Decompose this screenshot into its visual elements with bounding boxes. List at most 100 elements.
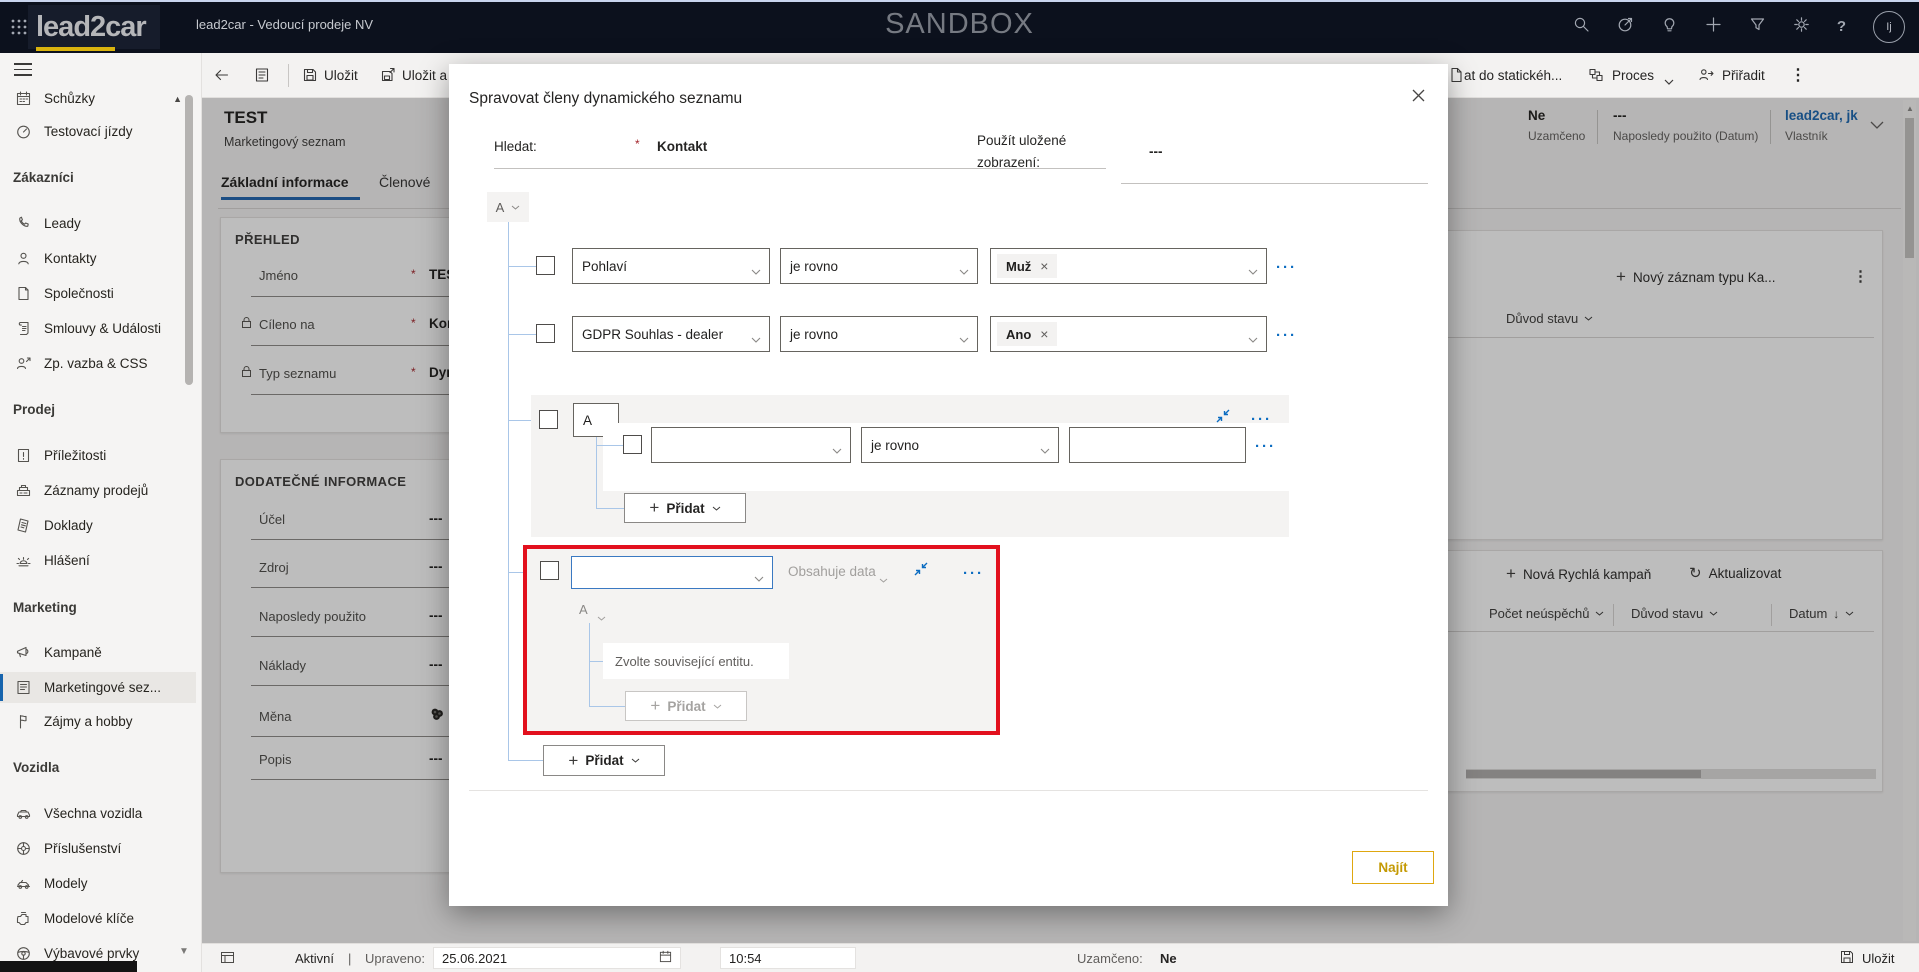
sidebar-item-schuzky[interactable]: Schůzky ▲ (0, 83, 196, 114)
company-icon (15, 285, 32, 302)
sidebar-item-leady[interactable]: Leady (0, 208, 196, 239)
related-entity-select[interactable] (571, 556, 773, 589)
chevron-down-icon (832, 442, 842, 457)
sidebar-item-prilezitosti[interactable]: Příležitosti (0, 440, 196, 471)
sidebar-item-modelove-klice[interactable]: Modelové klíče (0, 903, 196, 934)
process-icon (1588, 67, 1604, 88)
chevron-down-icon (713, 704, 722, 709)
form-selector-icon[interactable] (220, 950, 235, 970)
sidebar-item-smlouvy-udalosti[interactable]: Smlouvy & Události (0, 313, 196, 344)
row-more-options-icon[interactable]: ··· (1276, 263, 1297, 273)
gear-icon[interactable] (1793, 16, 1810, 38)
sidebar-scrollbar[interactable] (185, 95, 193, 385)
lightbulb-icon[interactable] (1661, 16, 1678, 38)
calendar-icon[interactable] (659, 950, 672, 966)
brand-logo[interactable]: lead2car (28, 5, 160, 49)
modified-time-field[interactable]: 10:54 (720, 947, 856, 969)
assign-button[interactable]: Přiřadit (1722, 68, 1765, 83)
opportunity-icon (15, 447, 32, 464)
sidebar-item-prislusenstvi[interactable]: Příslušenství (0, 833, 196, 864)
row-more-options-icon[interactable]: ··· (1276, 331, 1297, 341)
row-checkbox[interactable] (536, 324, 555, 343)
sidebar-item-spolecnosti[interactable]: Společnosti (0, 278, 196, 309)
sidebar-item-marketingove-seznamy[interactable]: Marketingové sez... (0, 672, 196, 703)
process-chevron-icon[interactable] (1664, 72, 1674, 90)
field-select-empty[interactable] (651, 427, 851, 463)
process-button[interactable]: Proces (1612, 68, 1654, 83)
chevron-down-icon (959, 331, 969, 346)
value-combobox[interactable]: Ano × (990, 316, 1267, 352)
remove-chip-icon[interactable]: × (1040, 326, 1048, 342)
operator-select[interactable]: je rovno (861, 427, 1059, 463)
operator-select[interactable]: je rovno (780, 248, 978, 284)
group-add-button[interactable]: + Přidat (624, 493, 746, 523)
collapse-group-icon[interactable] (913, 561, 929, 582)
modified-date-field[interactable]: 25.06.2021 (433, 947, 681, 969)
field-select[interactable]: Pohlaví (572, 248, 770, 284)
search-icon[interactable] (1573, 16, 1590, 38)
back-icon[interactable] (214, 67, 230, 88)
row-more-options-icon[interactable]: ··· (1255, 442, 1276, 452)
group-checkbox[interactable] (539, 410, 558, 429)
app-title[interactable]: lead2car - Vedoucí prodeje NV (196, 17, 373, 32)
related-entity-group-highlighted: Obsahuje data ··· A Zvolte související e… (523, 545, 1000, 735)
waffle-menu-icon[interactable] (10, 18, 28, 41)
filter-icon[interactable] (1749, 16, 1766, 38)
row-checkbox[interactable] (536, 256, 555, 275)
operator-select[interactable]: je rovno (780, 316, 978, 352)
find-button[interactable]: Najít (1352, 851, 1434, 884)
value-input-empty[interactable] (1069, 427, 1246, 463)
sidebar-header-vozidla: Vozidla (13, 760, 59, 775)
sidebar-header-zakaznici: Zákazníci (13, 170, 74, 185)
value-combobox[interactable]: Muž × (990, 248, 1267, 284)
hamburger-menu-icon[interactable] (14, 63, 32, 76)
field-select[interactable]: GDPR Souhlas - dealer (572, 316, 770, 352)
remove-chip-icon[interactable]: × (1040, 258, 1048, 274)
sidebar-item-zaznamy-prodeju[interactable]: Záznamy prodejů (0, 475, 196, 506)
sidebar-item-zajmy-a-hobby[interactable]: Zájmy a hobby (0, 706, 196, 737)
root-operator-dropdown[interactable]: A (487, 192, 529, 222)
saved-view-value[interactable]: --- (1149, 144, 1163, 159)
avatar[interactable]: Ij (1873, 11, 1905, 43)
sidebar-item-doklady[interactable]: Doklady (0, 510, 196, 541)
modified-label: Upraveno: (365, 951, 425, 966)
chevron-down-icon (754, 570, 764, 585)
group-operator-dropdown[interactable]: A (579, 602, 588, 617)
filter-group: A ··· je rovno ··· + Přidat (531, 395, 1289, 537)
dialog-title: Spravovat členy dynamického seznamu (469, 90, 742, 108)
sidebar-header-marketing: Marketing (13, 600, 77, 615)
copy-to-static-button[interactable]: at do statickéh... (1464, 68, 1562, 83)
sidebar-item-testovaci-jizdy[interactable]: Testovací jízdy (0, 116, 196, 147)
save-button[interactable]: Uložit (324, 68, 358, 83)
group-checkbox[interactable] (540, 561, 559, 580)
group-more-options-icon[interactable]: ··· (963, 569, 984, 579)
car-icon (15, 805, 32, 822)
plus-icon[interactable] (1705, 16, 1722, 38)
chevron-down-icon (1040, 442, 1050, 457)
target-check-icon[interactable] (1617, 16, 1634, 38)
sidebar-item-kampane[interactable]: Kampaně (0, 637, 196, 668)
plus-icon: + (649, 501, 659, 515)
collapse-arrow-icon[interactable]: ▲ (173, 94, 182, 104)
chevron-down-icon (631, 758, 640, 763)
more-commands-icon[interactable]: ⋮ (1790, 65, 1806, 85)
row-checkbox[interactable] (623, 435, 642, 454)
sidebar-item-kontakty[interactable]: Kontakty (0, 243, 196, 274)
phone-icon (15, 215, 32, 232)
close-icon[interactable] (1405, 82, 1431, 108)
command-divider (288, 64, 289, 87)
sidebar-item-hlaseni[interactable]: Hlášení (0, 545, 196, 576)
footer-save-button[interactable]: Uložit (1862, 951, 1895, 966)
sidebar-item-vsechna-vozidla[interactable]: Všechna vozidla (0, 798, 196, 829)
saved-view-label-2: zobrazení: (977, 155, 1040, 170)
sidebar-item-zpetna-vazba[interactable]: Zp. vazba & CSS (0, 348, 196, 379)
save-and-close-button[interactable]: Uložit a (402, 68, 447, 83)
add-filter-button[interactable]: + Přidat (543, 745, 665, 776)
search-entity-value[interactable]: Kontakt (657, 139, 707, 154)
sidebar-scroll-down-icon[interactable]: ▼ (179, 946, 189, 957)
contains-data-dropdown[interactable]: Obsahuje data (788, 564, 876, 579)
help-icon[interactable]: ? (1837, 18, 1846, 35)
sidebar-item-modely[interactable]: Modely (0, 868, 196, 899)
form-list-icon[interactable] (254, 67, 270, 88)
chevron-down-icon (511, 205, 520, 210)
